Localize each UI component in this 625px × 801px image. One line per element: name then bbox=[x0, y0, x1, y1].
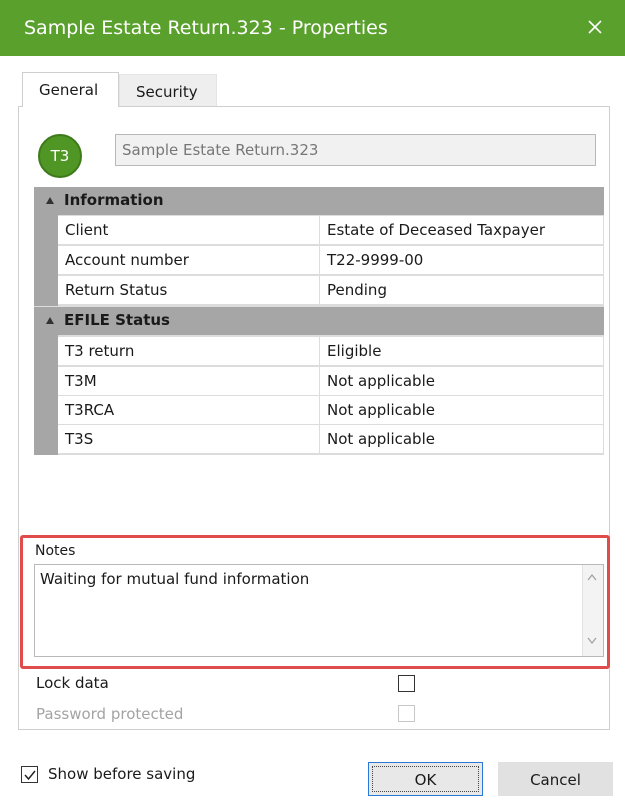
row-value: Not applicable bbox=[327, 401, 435, 419]
section-information-header[interactable]: Information bbox=[34, 187, 604, 215]
badge-text: T3 bbox=[50, 147, 70, 165]
notes-highlight-frame bbox=[20, 535, 610, 669]
row-key: T3M bbox=[65, 372, 97, 390]
section-gutter bbox=[34, 335, 58, 455]
grid-row[interactable]: Client Estate of Deceased Taxpayer bbox=[58, 216, 603, 245]
show-before-saving-checkbox[interactable] bbox=[21, 766, 38, 783]
password-protected-checkbox[interactable] bbox=[398, 705, 415, 722]
grid-row[interactable]: T3S Not applicable bbox=[58, 425, 603, 454]
row-key: T3RCA bbox=[65, 401, 115, 419]
section-efile-header[interactable]: EFILE Status bbox=[34, 307, 604, 335]
ok-button[interactable]: OK bbox=[368, 762, 483, 796]
row-value: T22-9999-00 bbox=[327, 251, 424, 269]
window-title: Sample Estate Return.323 - Properties bbox=[24, 17, 388, 39]
section-information-title: Information bbox=[64, 191, 164, 209]
checkmark-icon bbox=[24, 770, 36, 781]
grid-row[interactable]: Return Status Pending bbox=[58, 276, 603, 305]
show-before-saving-label: Show before saving bbox=[48, 765, 196, 783]
title-bar: Sample Estate Return.323 - Properties bbox=[0, 0, 625, 56]
tab-general-label: General bbox=[39, 81, 99, 99]
row-value: Estate of Deceased Taxpayer bbox=[327, 221, 545, 239]
grid-row[interactable]: T3 return Eligible bbox=[58, 337, 603, 366]
section-gutter bbox=[34, 215, 58, 306]
close-icon[interactable] bbox=[582, 14, 608, 40]
tab-security-label: Security bbox=[136, 83, 198, 101]
ok-button-label: OK bbox=[414, 771, 437, 789]
row-key: T3 return bbox=[65, 342, 135, 360]
password-protected-label: Password protected bbox=[36, 705, 184, 723]
row-key: Return Status bbox=[65, 281, 168, 299]
row-value: Not applicable bbox=[327, 372, 435, 390]
return-type-badge: T3 bbox=[38, 134, 82, 178]
row-value: Pending bbox=[327, 281, 387, 299]
row-key: Account number bbox=[65, 251, 189, 269]
grid-row[interactable]: Account number T22-9999-00 bbox=[58, 246, 603, 275]
row-value: Not applicable bbox=[327, 430, 435, 448]
tab-security[interactable]: Security bbox=[119, 74, 217, 106]
grid-row[interactable]: T3RCA Not applicable bbox=[58, 396, 603, 425]
cancel-button[interactable]: Cancel bbox=[498, 762, 613, 796]
row-key: T3S bbox=[65, 430, 94, 448]
tab-general[interactable]: General bbox=[22, 72, 119, 107]
lock-data-checkbox[interactable] bbox=[398, 675, 415, 692]
cancel-button-label: Cancel bbox=[530, 771, 581, 789]
section-efile-title: EFILE Status bbox=[64, 311, 170, 329]
lock-data-label: Lock data bbox=[36, 674, 109, 692]
row-value: Eligible bbox=[327, 342, 382, 360]
grid-row[interactable]: T3M Not applicable bbox=[58, 367, 603, 396]
collapse-triangle-icon[interactable] bbox=[46, 317, 54, 324]
properties-grid: Information Client Estate of Deceased Tax… bbox=[34, 187, 604, 455]
return-name-field: Sample Estate Return.323 bbox=[115, 134, 596, 166]
collapse-triangle-icon[interactable] bbox=[46, 197, 54, 204]
row-key: Client bbox=[65, 221, 109, 239]
